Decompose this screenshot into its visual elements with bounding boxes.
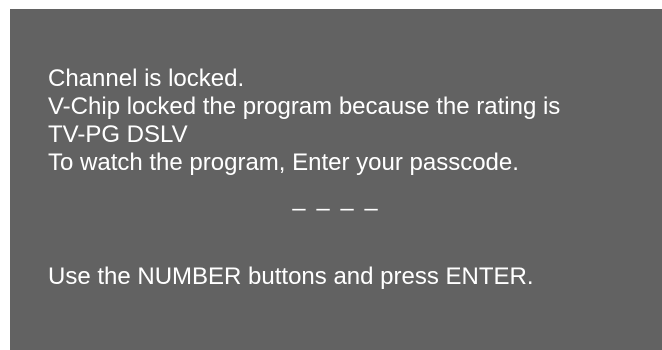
vchip-lock-dialog: Channel is locked. V-Chip locked the pro… xyxy=(10,9,662,350)
message-line-instruction: To watch the program, Enter your passcod… xyxy=(48,149,519,176)
message-line-locked: Channel is locked. xyxy=(48,65,245,92)
lock-message: Channel is locked. V-Chip locked the pro… xyxy=(48,65,662,177)
passcode-input[interactable]: – – – – xyxy=(10,195,662,223)
message-line-rating: TV-PG DSLV xyxy=(48,121,188,148)
message-line-reason: V-Chip locked the program because the ra… xyxy=(48,93,561,120)
entry-hint: Use the NUMBER buttons and press ENTER. xyxy=(48,263,534,290)
